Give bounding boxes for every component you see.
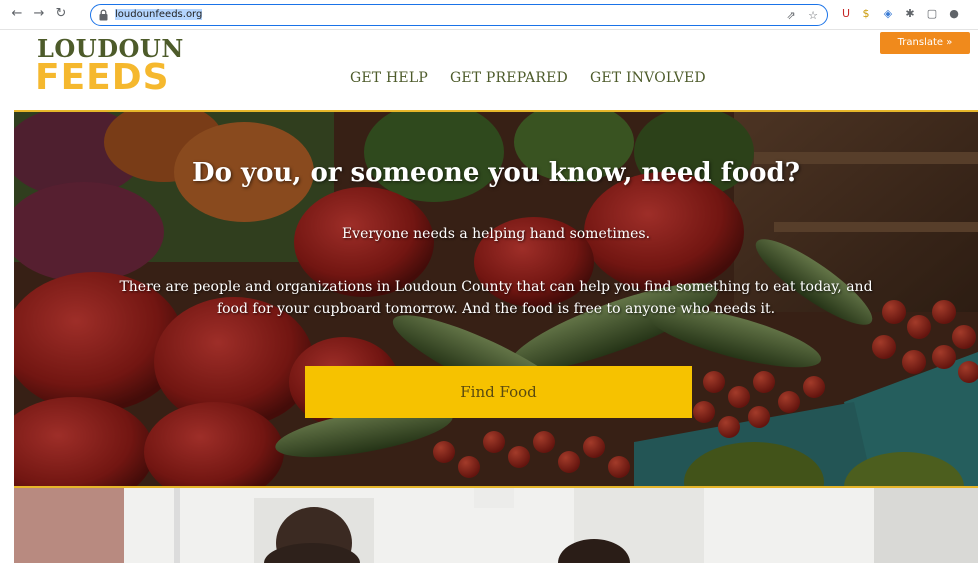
side-panel-icon[interactable]: ▢	[924, 6, 940, 22]
address-bar[interactable]: loudounfeeds.org ⇗ ☆	[90, 4, 828, 26]
extension-u-icon[interactable]: U	[838, 6, 854, 22]
hero-body-text: There are people and organizations in Lo…	[119, 279, 873, 317]
share-icon[interactable]: ⇗	[783, 8, 799, 24]
nav-get-involved[interactable]: GET INVOLVED	[590, 68, 706, 88]
profile-avatar-icon[interactable]: ●	[946, 6, 962, 22]
extension-dollar-icon[interactable]: $	[858, 6, 874, 22]
reload-icon[interactable]: ↻	[52, 5, 70, 23]
browser-toolbar: ← → ↻ loudounfeeds.org ⇗ ☆ U $ ◈ ✱ ▢ ●	[0, 0, 978, 30]
people-photo-image	[14, 488, 978, 563]
hero-title: Do you, or someone you know, need food?	[192, 158, 800, 188]
extensions-puzzle-icon[interactable]: ✱	[902, 6, 918, 22]
forward-icon[interactable]: →	[30, 5, 48, 23]
extension-badge-icon[interactable]: ◈	[880, 6, 896, 22]
url-text[interactable]: loudounfeeds.org	[115, 7, 203, 23]
back-icon[interactable]: ←	[8, 5, 26, 23]
main-navigation: GET HELP GET PREPARED GET INVOLVED	[350, 68, 706, 88]
translate-button[interactable]: Translate »	[880, 32, 970, 54]
hero-subtitle: Everyone needs a helping hand sometimes.	[341, 226, 651, 242]
bookmark-star-icon[interactable]: ☆	[805, 8, 821, 24]
lock-icon	[99, 9, 108, 21]
lower-photo-section	[14, 488, 978, 563]
nav-get-help[interactable]: GET HELP	[350, 68, 428, 88]
find-food-button[interactable]: Find Food	[305, 366, 692, 418]
nav-get-prepared[interactable]: GET PREPARED	[450, 68, 568, 88]
site-header: LOUDOUN FEEDS GET HELP GET PREPARED GET …	[0, 30, 978, 110]
hero-section: Do you, or someone you know, need food? …	[14, 110, 978, 488]
logo-line-2[interactable]: FEEDS	[35, 59, 170, 97]
